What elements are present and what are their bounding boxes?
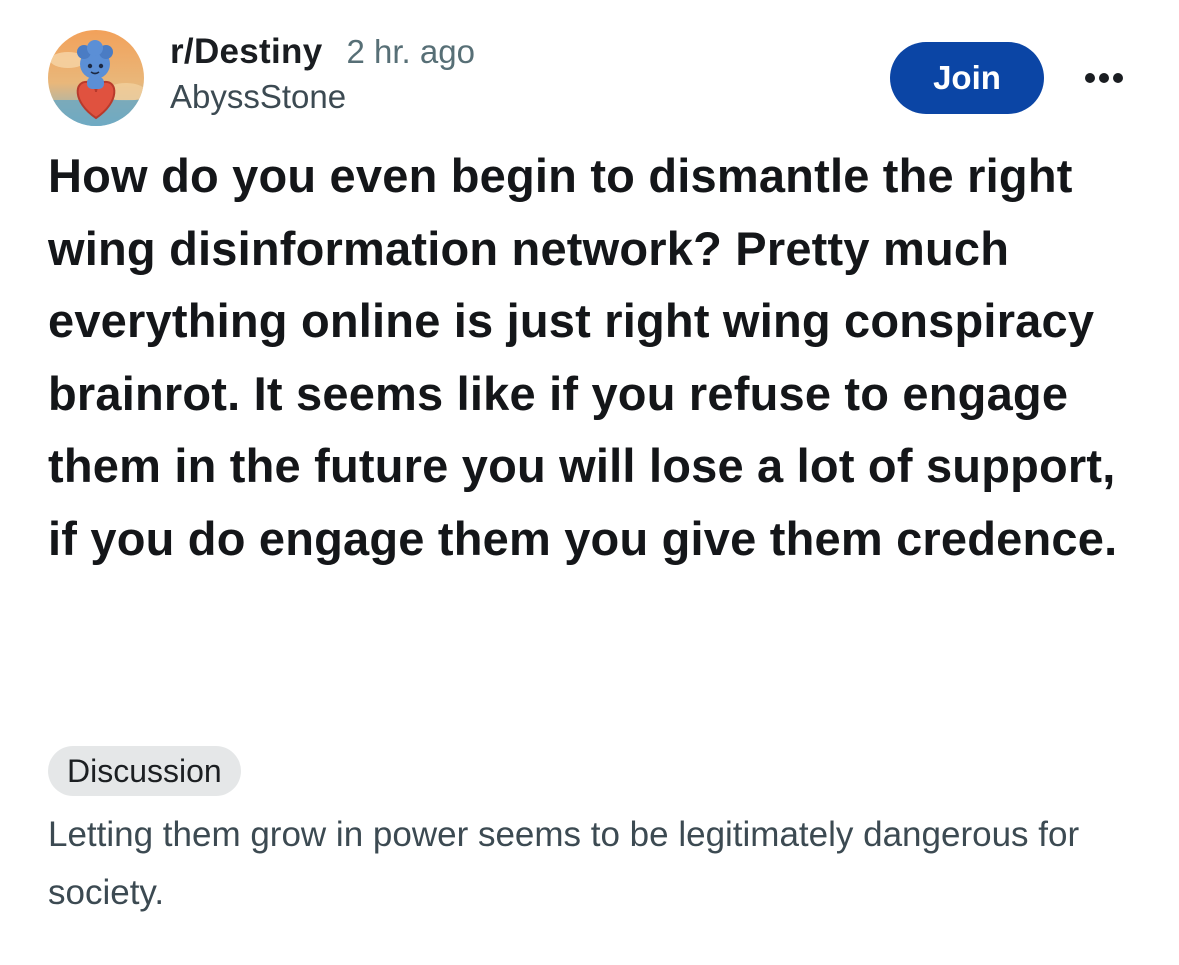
post-header: r/Destiny 2 hr. ago AbyssStone Join	[48, 28, 1138, 128]
post-flair[interactable]: Discussion	[48, 746, 241, 796]
post-author[interactable]: AbyssStone	[170, 78, 475, 116]
post-meta: r/Destiny 2 hr. ago AbyssStone	[170, 32, 475, 116]
post-body: Letting them grow in power seems to be l…	[48, 815, 1080, 912]
community-avatar-icon[interactable]	[48, 30, 144, 126]
post-title[interactable]: How do you even begin to dismantle the r…	[48, 140, 1148, 575]
more-options-button[interactable]	[1082, 58, 1126, 98]
ellipsis-icon	[1085, 73, 1123, 83]
join-button[interactable]: Join	[890, 42, 1044, 114]
subreddit-name[interactable]: r/Destiny	[170, 32, 322, 72]
post-meta-line: r/Destiny 2 hr. ago	[170, 32, 475, 72]
post-time: 2 hr. ago	[346, 33, 475, 70]
